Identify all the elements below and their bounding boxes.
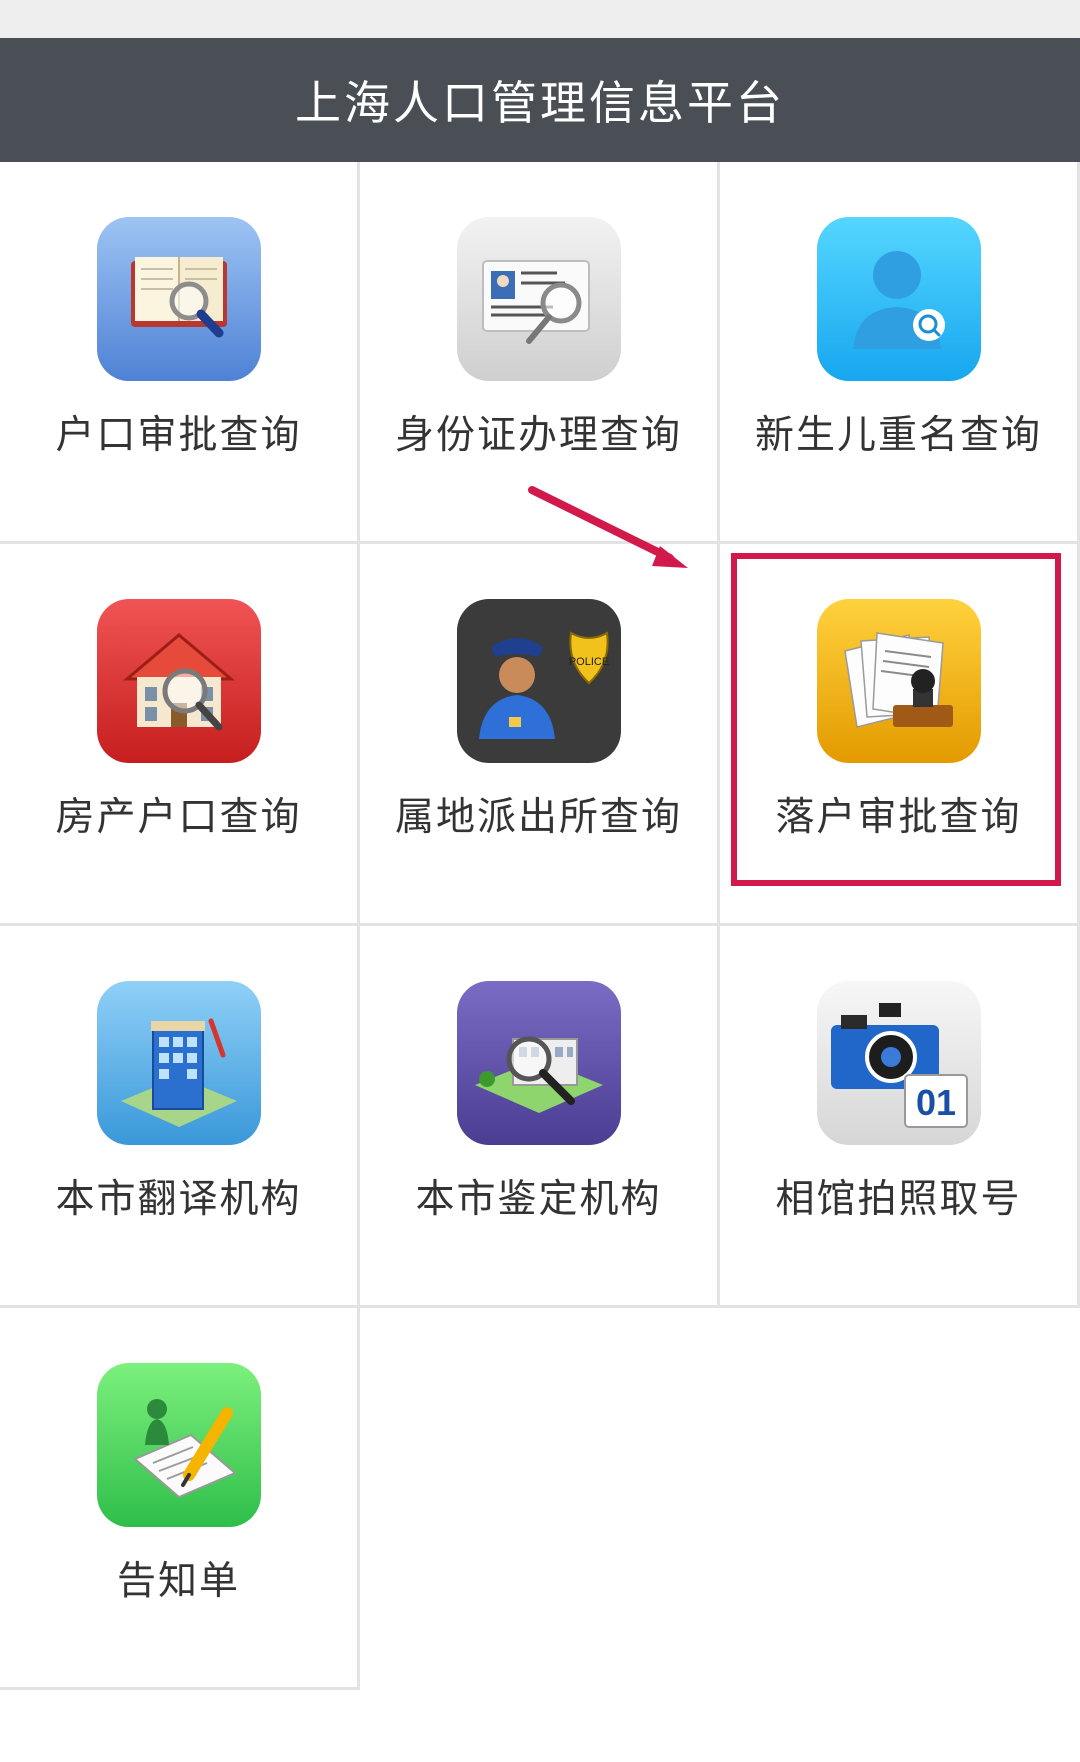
notice-form-icon	[96, 1363, 261, 1527]
police-officer-icon: POLICE	[456, 599, 621, 763]
grid-item-label: 新生儿重名查询	[754, 413, 1042, 458]
grid-item-settlement-approval[interactable]: 落户审批查询	[720, 544, 1080, 926]
grid-item-label: 本市翻译机构	[55, 1177, 302, 1222]
grid-item-newborn-name[interactable]: 新生儿重名查询	[720, 162, 1080, 544]
grid-item-label: 落户审批查询	[775, 795, 1022, 840]
grid-item-label: 属地派出所查询	[394, 795, 682, 840]
book-search-icon	[96, 217, 261, 381]
grid-item-label: 本市鉴定机构	[415, 1177, 662, 1222]
grid-item-label: 户口审批查询	[55, 413, 302, 458]
appraisal-institution-icon	[456, 981, 621, 1145]
grid-item-appraisal-agency[interactable]: 本市鉴定机构	[360, 926, 720, 1308]
app-header: 上海人口管理信息平台	[0, 38, 1080, 162]
grid-item-label: 身份证办理查询	[394, 413, 682, 458]
grid-item-label: 告知单	[116, 1559, 240, 1604]
documents-stamp-icon	[816, 599, 981, 763]
page-title: 上海人口管理信息平台	[295, 76, 785, 130]
translation-building-icon	[96, 981, 261, 1145]
grid-item-notice-form[interactable]: 告知单	[0, 1308, 360, 1690]
house-search-icon	[96, 599, 261, 763]
grid-item-translation-agency[interactable]: 本市翻译机构	[0, 926, 360, 1308]
grid-item-property-hukou[interactable]: 房产户口查询	[0, 544, 360, 926]
grid-item-hukou-approval[interactable]: 户口审批查询	[0, 162, 360, 544]
status-bar-strip	[0, 0, 1080, 38]
svg-text:01: 01	[915, 1082, 955, 1123]
grid-item-police-station[interactable]: POLICE 属地派出所查询	[360, 544, 720, 926]
camera-ticket-icon: 01	[816, 981, 981, 1145]
grid-item-photo-studio-ticket[interactable]: 01 相馆拍照取号	[720, 926, 1080, 1308]
grid-item-id-card-query[interactable]: 身份证办理查询	[360, 162, 720, 544]
id-card-search-icon	[456, 217, 621, 381]
svg-text:POLICE: POLICE	[568, 656, 608, 668]
grid-item-label: 房产户口查询	[55, 795, 302, 840]
grid-item-label: 相馆拍照取号	[775, 1177, 1022, 1222]
person-search-icon	[816, 217, 981, 381]
